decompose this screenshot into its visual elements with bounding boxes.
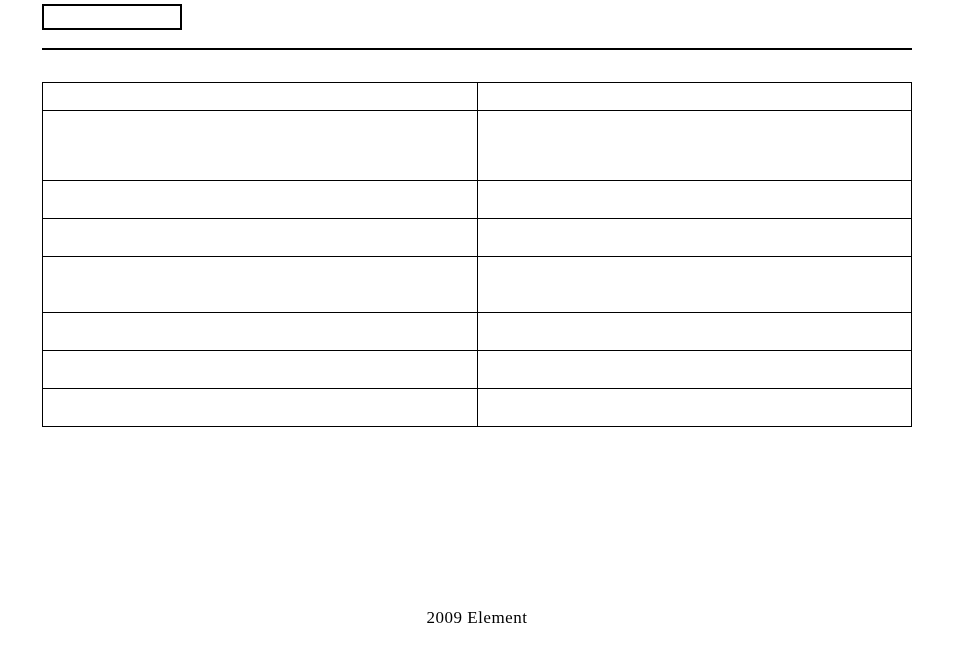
table-row bbox=[43, 389, 912, 427]
table-cell-right bbox=[477, 181, 912, 219]
table-cell-left bbox=[43, 257, 478, 313]
table-header-right bbox=[477, 83, 912, 111]
table-cell-right bbox=[477, 111, 912, 181]
table-cell-left bbox=[43, 219, 478, 257]
table-header-left bbox=[43, 83, 478, 111]
table-row bbox=[43, 111, 912, 181]
spec-table bbox=[42, 82, 912, 427]
table-cell-left bbox=[43, 351, 478, 389]
table-cell-right bbox=[477, 313, 912, 351]
top-box bbox=[42, 4, 182, 30]
table-row bbox=[43, 219, 912, 257]
table-cell-right bbox=[477, 257, 912, 313]
table-row bbox=[43, 313, 912, 351]
table-cell-right bbox=[477, 351, 912, 389]
table-cell-left bbox=[43, 389, 478, 427]
table-cell-left bbox=[43, 313, 478, 351]
table-cell-right bbox=[477, 219, 912, 257]
table-cell-left bbox=[43, 111, 478, 181]
page: 2009 Element bbox=[0, 0, 954, 652]
table-row bbox=[43, 351, 912, 389]
table-row bbox=[43, 181, 912, 219]
footer-text: 2009 Element bbox=[0, 608, 954, 628]
table-header-row bbox=[43, 83, 912, 111]
table-cell-left bbox=[43, 181, 478, 219]
table-cell-right bbox=[477, 389, 912, 427]
table-row bbox=[43, 257, 912, 313]
horizontal-rule bbox=[42, 48, 912, 50]
